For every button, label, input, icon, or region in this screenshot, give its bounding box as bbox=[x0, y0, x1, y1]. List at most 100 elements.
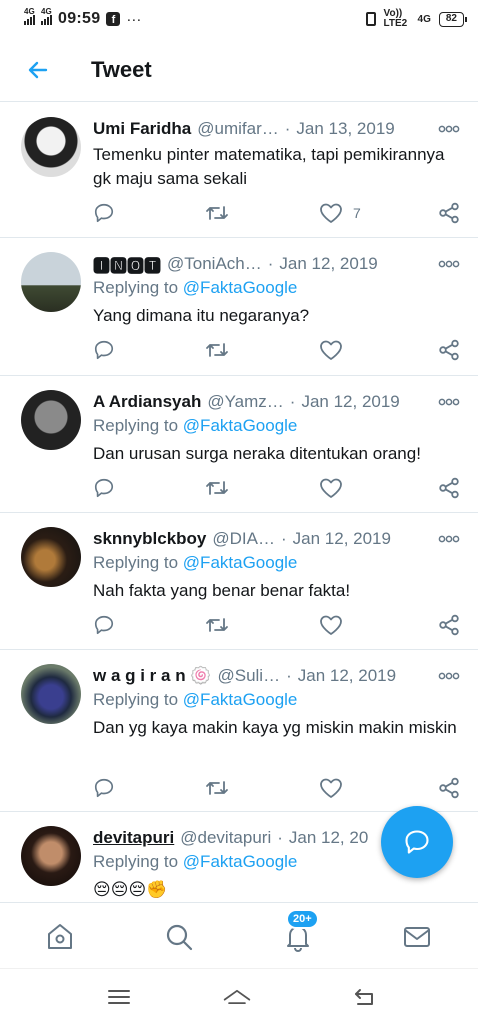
tweet-item[interactable]: w a g i r a n 🍥 @Suli… · Jan 12, 2019 Re… bbox=[0, 650, 478, 812]
search-icon bbox=[166, 924, 193, 951]
replying-to: Replying to @FaktaGoogle bbox=[93, 278, 297, 298]
retweet-icon bbox=[206, 618, 228, 632]
username[interactable]: @Yamz… bbox=[207, 392, 283, 412]
network-type-1: 4G bbox=[24, 7, 35, 16]
like-count: 7 bbox=[353, 205, 361, 221]
retweet-button[interactable] bbox=[205, 477, 229, 499]
avatar[interactable] bbox=[21, 252, 81, 312]
tweet-item[interactable]: A Ardiansyah @Yamz… · Jan 12, 2019 Reply… bbox=[0, 376, 478, 513]
tweet-item[interactable]: Umi Faridha @umifar… · Jan 13, 2019 Teme… bbox=[0, 103, 478, 238]
separator-dot: · bbox=[284, 119, 291, 138]
retweet-icon bbox=[206, 781, 228, 795]
battery-level: 82 bbox=[445, 12, 457, 24]
system-menu-button[interactable] bbox=[104, 983, 134, 1011]
more-options-icon[interactable] bbox=[438, 123, 460, 135]
retweet-button[interactable] bbox=[205, 614, 229, 636]
reply-button[interactable] bbox=[93, 477, 115, 499]
reply-button[interactable] bbox=[93, 339, 115, 361]
reply-handle-link[interactable]: @FaktaGoogle bbox=[183, 278, 298, 297]
system-back-button[interactable] bbox=[350, 983, 380, 1011]
compose-reply-button[interactable] bbox=[381, 806, 453, 878]
share-button[interactable] bbox=[438, 777, 460, 799]
heart-icon bbox=[320, 478, 342, 498]
avatar[interactable] bbox=[21, 527, 81, 587]
replying-to-label: Replying to bbox=[93, 852, 179, 871]
username[interactable]: @umifar… bbox=[197, 119, 279, 139]
retweet-icon bbox=[206, 481, 228, 495]
separator-dot: · bbox=[289, 392, 296, 411]
reply-icon bbox=[94, 615, 114, 635]
signal-icon: 4G bbox=[24, 7, 35, 25]
tweet-date: Jan 12, 2019 bbox=[279, 254, 378, 273]
tweet-item[interactable]: sknnyblckboy @DIA… · Jan 12, 2019 Replyi… bbox=[0, 513, 478, 650]
username[interactable]: @DIA… bbox=[212, 529, 275, 549]
reply-handle-link[interactable]: @FaktaGoogle bbox=[183, 416, 298, 435]
share-button[interactable] bbox=[438, 202, 460, 224]
retweet-button[interactable] bbox=[205, 777, 229, 799]
system-home-button[interactable] bbox=[222, 983, 252, 1011]
tweet-header: Umi Faridha @umifar… · Jan 13, 2019 bbox=[93, 117, 460, 141]
more-options-icon[interactable] bbox=[438, 258, 460, 270]
display-name[interactable]: devitapuri bbox=[93, 828, 174, 848]
share-button[interactable] bbox=[438, 339, 460, 361]
menu-icon bbox=[108, 990, 130, 1004]
replying-to: Replying to @FaktaGoogle bbox=[93, 416, 297, 436]
status-right: Vo)) LTE2 4G 82 bbox=[365, 9, 468, 29]
share-button[interactable] bbox=[438, 614, 460, 636]
tweet-actions bbox=[93, 476, 460, 500]
like-button[interactable] bbox=[319, 614, 343, 636]
reply-handle-link[interactable]: @FaktaGoogle bbox=[183, 690, 298, 709]
battery-icon: 82 bbox=[438, 11, 468, 27]
tweet-actions bbox=[93, 338, 460, 362]
compose-reply-icon bbox=[405, 830, 429, 854]
status-left: 4G 4G 09:59 f ··· bbox=[24, 7, 141, 28]
username[interactable]: @devitapuri bbox=[180, 828, 271, 848]
share-button[interactable] bbox=[438, 477, 460, 499]
separator-dot: · bbox=[277, 828, 283, 847]
like-button[interactable] bbox=[319, 339, 343, 361]
username[interactable]: @ToniAch… bbox=[167, 254, 262, 274]
username[interactable]: @Suli… bbox=[217, 666, 280, 686]
display-name[interactable]: sknnyblckboy bbox=[93, 529, 206, 549]
display-name[interactable]: Umi Faridha bbox=[93, 119, 191, 139]
more-options-icon[interactable] bbox=[438, 533, 460, 545]
reply-button[interactable] bbox=[93, 202, 115, 224]
avatar[interactable] bbox=[21, 826, 81, 886]
bottom-navigation: 20+ bbox=[0, 902, 478, 968]
tweet-text: Temenku pinter matematika, tapi pemikira… bbox=[93, 145, 445, 188]
avatar[interactable] bbox=[21, 390, 81, 450]
share-icon bbox=[439, 202, 459, 224]
nav-search[interactable] bbox=[161, 919, 197, 955]
nav-notifications[interactable]: 20+ bbox=[280, 909, 319, 955]
vibrate-icon bbox=[365, 12, 376, 26]
replying-to: Replying to @FaktaGoogle bbox=[93, 690, 297, 710]
notification-badge: 20+ bbox=[286, 909, 319, 929]
tweet-item[interactable]: 🅸🅽🅾🆃 @ToniAch… · Jan 12, 2019 Replying t… bbox=[0, 238, 478, 376]
like-button[interactable]: 7 bbox=[319, 202, 361, 224]
more-options-icon[interactable] bbox=[438, 670, 460, 682]
display-name[interactable]: A Ardiansyah bbox=[93, 392, 201, 412]
avatar[interactable] bbox=[21, 117, 81, 177]
display-name[interactable]: 🅸🅽🅾🆃 bbox=[93, 252, 161, 277]
home-icon bbox=[48, 924, 72, 949]
separator-dot: · bbox=[267, 254, 274, 273]
reply-icon bbox=[94, 203, 114, 223]
back-button[interactable] bbox=[0, 38, 76, 102]
reply-button[interactable] bbox=[93, 777, 115, 799]
nav-messages[interactable] bbox=[399, 919, 435, 955]
tweet-text: Yang dimana itu negaranya? bbox=[93, 306, 310, 325]
retweet-button[interactable] bbox=[205, 202, 229, 224]
more-options-icon[interactable] bbox=[438, 396, 460, 408]
display-name[interactable]: w a g i r a n 🍥 bbox=[93, 666, 211, 686]
reply-handle-link[interactable]: @FaktaGoogle bbox=[183, 852, 298, 871]
nav-home[interactable] bbox=[42, 919, 78, 955]
tweet-header: sknnyblckboy @DIA… · Jan 12, 2019 bbox=[93, 527, 460, 551]
retweet-button[interactable] bbox=[205, 339, 229, 361]
share-icon bbox=[439, 477, 459, 499]
like-button[interactable] bbox=[319, 477, 343, 499]
replying-to: Replying to @FaktaGoogle bbox=[93, 553, 297, 573]
avatar[interactable] bbox=[21, 664, 81, 724]
reply-handle-link[interactable]: @FaktaGoogle bbox=[183, 553, 298, 572]
like-button[interactable] bbox=[319, 777, 343, 799]
reply-button[interactable] bbox=[93, 614, 115, 636]
